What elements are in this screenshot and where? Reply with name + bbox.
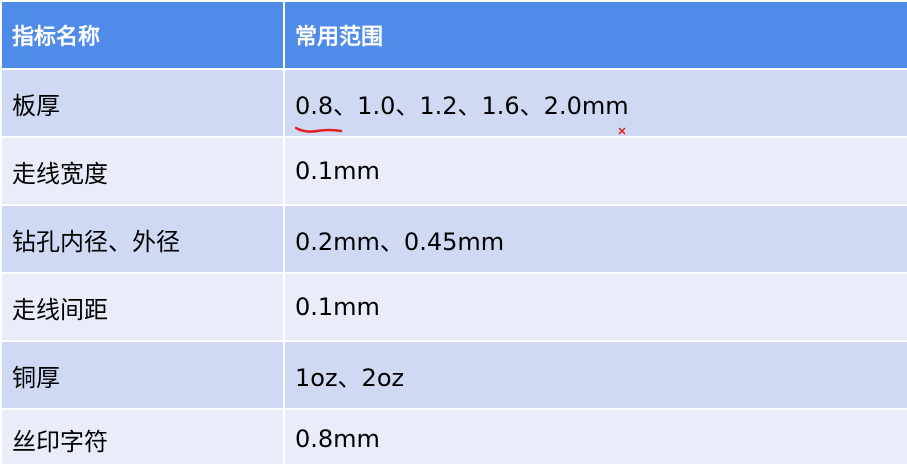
cell-name: 丝印字符 bbox=[0, 408, 285, 464]
table-row: 铜厚 1oz、2oz bbox=[0, 340, 907, 410]
header-indicator-name: 指标名称 bbox=[0, 0, 285, 70]
cell-value: 0.2mm、0.45mm bbox=[283, 204, 907, 274]
cell-name: 走线间距 bbox=[0, 272, 285, 342]
table-row: 走线宽度 0.1mm bbox=[0, 136, 907, 206]
value-first: 0.8 bbox=[295, 91, 334, 120]
cell-name: 钻孔内径、外径 bbox=[0, 204, 285, 274]
header-common-range: 常用范围 bbox=[283, 0, 907, 70]
spec-table: 指标名称 常用范围 板厚 0.8 、1.0、1.2、1.6、2.0mm 走线宽度 … bbox=[0, 0, 907, 464]
cell-value: 0.1mm bbox=[283, 272, 907, 342]
table-row: 走线间距 0.1mm bbox=[0, 272, 907, 342]
table-row: 钻孔内径、外径 0.2mm、0.45mm bbox=[0, 204, 907, 274]
slide-frame: 指标名称 常用范围 板厚 0.8 、1.0、1.2、1.6、2.0mm 走线宽度 … bbox=[0, 0, 907, 464]
cell-name: 板厚 bbox=[0, 68, 285, 138]
table-row: 板厚 0.8 、1.0、1.2、1.6、2.0mm bbox=[0, 68, 907, 138]
cell-name: 走线宽度 bbox=[0, 136, 285, 206]
cell-value: 0.1mm bbox=[283, 136, 907, 206]
cell-name: 铜厚 bbox=[0, 340, 285, 410]
cell-value: 1oz、2oz bbox=[283, 340, 907, 410]
underlined-value: 0.8 bbox=[295, 91, 343, 133]
table-header-row: 指标名称 常用范围 bbox=[0, 0, 907, 70]
red-ink-underline bbox=[295, 126, 343, 133]
value-rest: 、1.0、1.2、1.6、2.0mm bbox=[333, 91, 629, 120]
table-row: 丝印字符 0.8mm bbox=[0, 408, 907, 464]
cell-value: 0.8mm bbox=[283, 408, 907, 464]
cell-value: 0.8 、1.0、1.2、1.6、2.0mm bbox=[283, 68, 907, 138]
